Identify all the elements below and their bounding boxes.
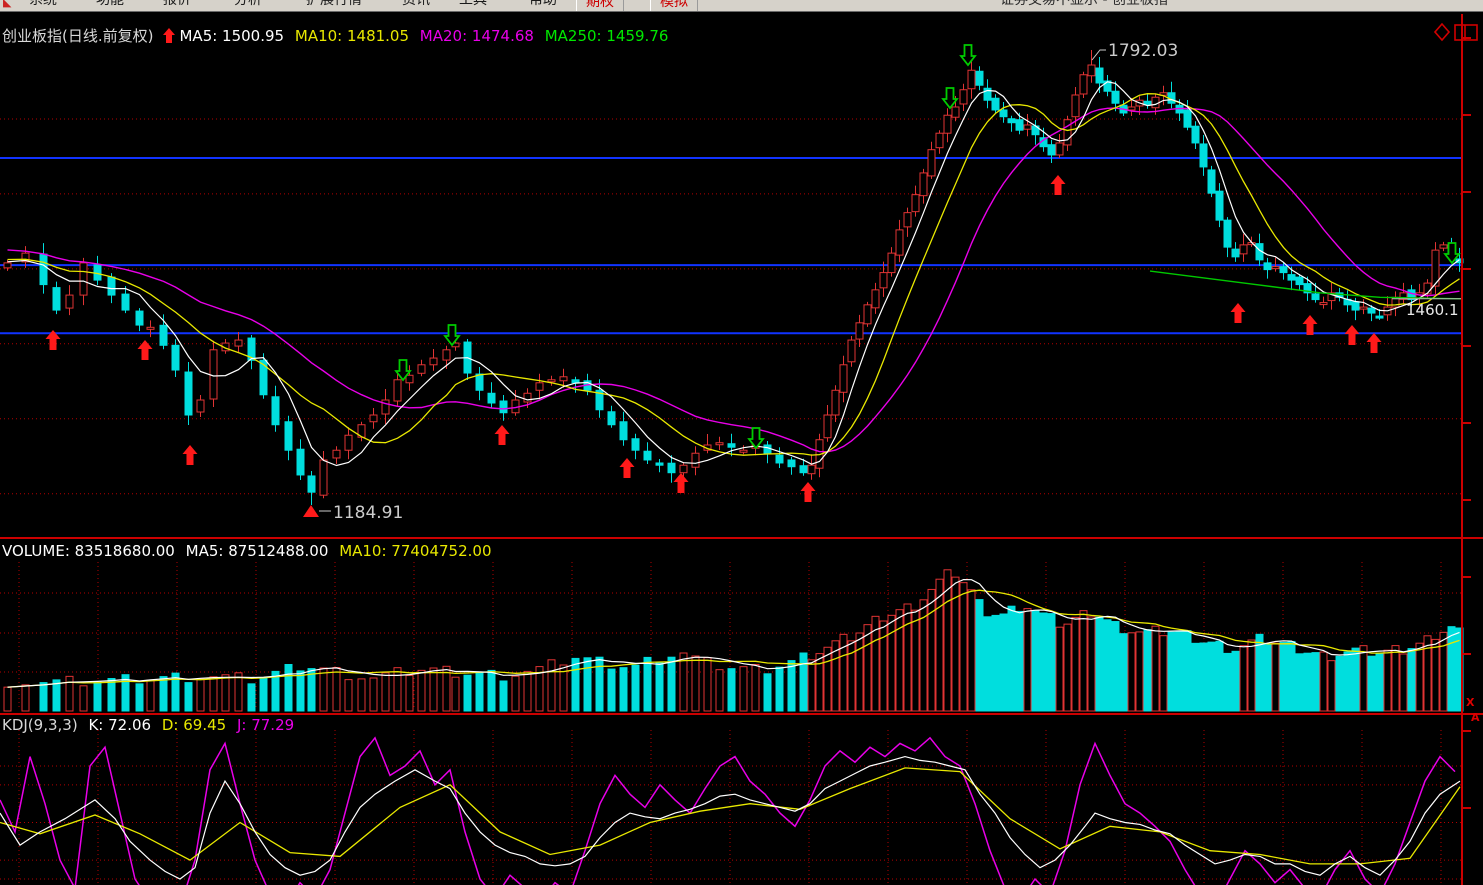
frame-layer	[0, 14, 1483, 885]
volume-bars-layer	[4, 570, 1463, 711]
last-price-annotation: 1460.1	[1406, 301, 1459, 319]
menu-hot-item-2[interactable]: 模拟	[650, 0, 698, 12]
menu-item-2[interactable]: 功能	[96, 0, 124, 12]
trend-up-arrow-icon	[163, 28, 175, 43]
buy-signal-arrow-icon	[138, 340, 153, 360]
kdj-title-row: KDJ(9,3,3) K: 72.06 D: 69.45 J: 77.29	[2, 716, 300, 734]
kdj-j-label: J: 77.29	[237, 716, 294, 734]
ma250-value-label: MA250: 1459.76	[545, 27, 669, 45]
sell-signal-arrow-icon	[961, 45, 975, 65]
menu-item-5[interactable]: 扩展行情	[306, 0, 362, 12]
buy-signal-arrow-icon	[1367, 333, 1382, 353]
menu-row: 证券交易不显示 - 创业板指 系统 功能 报价 分析 扩展行情 资讯 工具 帮助 期权 模拟	[0, 0, 1483, 12]
menu-item-1[interactable]: 系统	[29, 0, 57, 12]
buy-signal-arrow-icon	[1345, 325, 1360, 345]
buy-signal-arrow-icon	[1051, 175, 1066, 195]
trading-terminal-window: 1792.03 1184.91 1460.1 创业板指(日线.前复权) MA5: 15…	[0, 0, 1483, 885]
menu-item-4[interactable]: 分析	[234, 0, 262, 12]
kdj-d-label: D: 69.45	[162, 716, 226, 734]
buy-signal-arrow-icon	[620, 458, 635, 478]
volume-title-row: VOLUME: 83518680.00 MA5: 87512488.00 MA1…	[2, 542, 498, 560]
low-marker-triangle	[303, 505, 319, 517]
candlestick-layer	[4, 50, 1463, 505]
ma5-line	[8, 82, 1460, 466]
volume-ma5-label: MA5: 87512488.00	[186, 542, 329, 560]
signal-arrow-layer	[46, 45, 1460, 502]
buy-signal-arrow-icon	[1303, 315, 1318, 335]
kdj-j-line	[0, 738, 1455, 885]
pane-close-icon[interactable]: X	[1466, 696, 1474, 709]
ma20-line	[8, 108, 1460, 452]
menu-item-3[interactable]: 报价	[163, 0, 191, 12]
chart-corner-icons	[1434, 23, 1480, 47]
pane-mark-icon[interactable]: A	[1471, 711, 1480, 724]
buy-signal-arrow-icon	[674, 473, 689, 493]
kdj-indicator-label: KDJ(9,3,3)	[2, 716, 78, 734]
kdj-k-label: K: 72.06	[88, 716, 151, 734]
moving-average-layer	[8, 82, 1463, 466]
window-split-icon[interactable]	[1455, 25, 1477, 40]
buy-signal-arrow-icon	[801, 482, 816, 502]
status-text: 证券交易不显示 - 创业板指	[1000, 0, 1168, 12]
menu-item-8[interactable]: 帮助	[529, 0, 557, 12]
buy-signal-arrow-icon	[495, 425, 510, 445]
main-chart-title-row: 创业板指(日线.前复权) MA5: 1500.95 MA10: 1481.05 M…	[2, 25, 674, 46]
menu-item-7[interactable]: 工具	[459, 0, 487, 12]
ma10-value-label: MA10: 1481.05	[295, 27, 409, 45]
gridline-layer	[0, 119, 1462, 885]
sell-signal-arrow-icon	[943, 88, 957, 108]
sell-signal-arrow-icon	[749, 428, 763, 448]
volume-ma10-label: MA10: 77404752.00	[339, 542, 491, 560]
menu-bar: ◣ 证券交易不显示 - 创业板指 系统功能报价分析扩展行情资讯工具帮助期权模拟	[0, 0, 1483, 12]
ma20-value-label: MA20: 1474.68	[420, 27, 534, 45]
menu-item-6[interactable]: 资讯	[402, 0, 430, 12]
chart-canvas[interactable]: 1792.03 1184.91 1460.1	[0, 0, 1483, 885]
menu-hot-item-1[interactable]: 期权	[576, 0, 624, 12]
buy-signal-arrow-icon	[1231, 303, 1246, 323]
ma10-line	[8, 94, 1460, 456]
diamond-icon[interactable]	[1435, 24, 1449, 40]
symbol-title: 创业板指(日线.前复权)	[2, 27, 153, 45]
high-price-annotation: 1792.03	[1108, 41, 1178, 61]
ma5-value-label: MA5: 1500.95	[179, 27, 284, 45]
buy-signal-arrow-icon	[183, 445, 198, 465]
volume-value-label: VOLUME: 83518680.00	[2, 542, 175, 560]
sell-signal-arrow-icon	[445, 325, 459, 345]
low-price-annotation: 1184.91	[333, 503, 403, 523]
